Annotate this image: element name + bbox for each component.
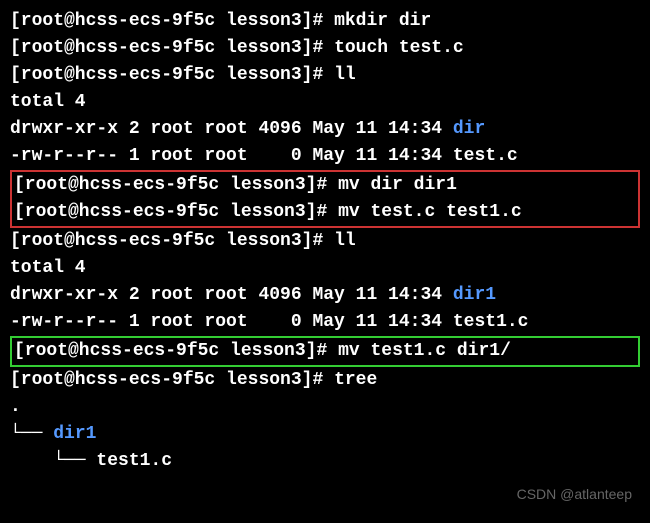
ls-entry-dir: drwxr-xr-x 2 root root 4096 May 11 14:34…	[10, 116, 640, 143]
ls-perm-text: drwxr-xr-x 2 root root 4096 May 11 14:34	[10, 119, 453, 139]
terminal-line: [root@hcss-ecs-9f5c lesson3]# touch test…	[10, 35, 640, 62]
ls-entry-file: -rw-r--r-- 1 root root 0 May 11 14:34 te…	[10, 143, 640, 170]
highlight-box-red: [root@hcss-ecs-9f5c lesson3]# mv dir dir…	[10, 170, 640, 228]
tree-line-dir: └── dir1	[10, 421, 640, 448]
highlight-box-green: [root@hcss-ecs-9f5c lesson3]# mv test1.c…	[10, 336, 640, 367]
ls-entry-dir: drwxr-xr-x 2 root root 4096 May 11 14:34…	[10, 282, 640, 309]
shell-prompt: [root@hcss-ecs-9f5c lesson3]#	[14, 341, 338, 361]
shell-prompt: [root@hcss-ecs-9f5c lesson3]#	[10, 38, 334, 58]
output-total: total 4	[10, 255, 640, 282]
tree-branch-icon: └──	[10, 451, 96, 471]
terminal-line: [root@hcss-ecs-9f5c lesson3]# mv dir dir…	[14, 172, 636, 199]
shell-prompt: [root@hcss-ecs-9f5c lesson3]#	[14, 202, 338, 222]
watermark-text: CSDN @atlanteep	[517, 484, 632, 505]
command-text: touch test.c	[334, 38, 464, 58]
command-text: mv test.c test1.c	[338, 202, 522, 222]
terminal-line: [root@hcss-ecs-9f5c lesson3]# tree	[10, 367, 640, 394]
tree-dir-name: dir1	[53, 424, 96, 444]
shell-prompt: [root@hcss-ecs-9f5c lesson3]#	[10, 231, 334, 251]
command-text: mkdir dir	[334, 11, 431, 31]
shell-prompt: [root@hcss-ecs-9f5c lesson3]#	[10, 65, 334, 85]
directory-name: dir1	[453, 285, 496, 305]
terminal-line: [root@hcss-ecs-9f5c lesson3]# mv test.c …	[14, 199, 636, 226]
command-text: ll	[334, 231, 356, 251]
command-text: mv dir dir1	[338, 175, 457, 195]
command-text: mv test1.c dir1/	[338, 341, 511, 361]
shell-prompt: [root@hcss-ecs-9f5c lesson3]#	[10, 370, 334, 390]
terminal-line: [root@hcss-ecs-9f5c lesson3]# mkdir dir	[10, 8, 640, 35]
tree-line-file: └── test1.c	[10, 448, 640, 475]
tree-file-name: test1.c	[96, 451, 172, 471]
tree-dot: .	[10, 394, 640, 421]
terminal-line: [root@hcss-ecs-9f5c lesson3]# mv test1.c…	[14, 338, 636, 365]
command-text: tree	[334, 370, 377, 390]
output-total: total 4	[10, 89, 640, 116]
shell-prompt: [root@hcss-ecs-9f5c lesson3]#	[14, 175, 338, 195]
tree-branch-icon: └──	[10, 424, 53, 444]
ls-perm-text: drwxr-xr-x 2 root root 4096 May 11 14:34	[10, 285, 453, 305]
command-text: ll	[334, 65, 356, 85]
ls-entry-file: -rw-r--r-- 1 root root 0 May 11 14:34 te…	[10, 309, 640, 336]
terminal-line: [root@hcss-ecs-9f5c lesson3]# ll	[10, 228, 640, 255]
directory-name: dir	[453, 119, 485, 139]
terminal-line: [root@hcss-ecs-9f5c lesson3]# ll	[10, 62, 640, 89]
shell-prompt: [root@hcss-ecs-9f5c lesson3]#	[10, 11, 334, 31]
